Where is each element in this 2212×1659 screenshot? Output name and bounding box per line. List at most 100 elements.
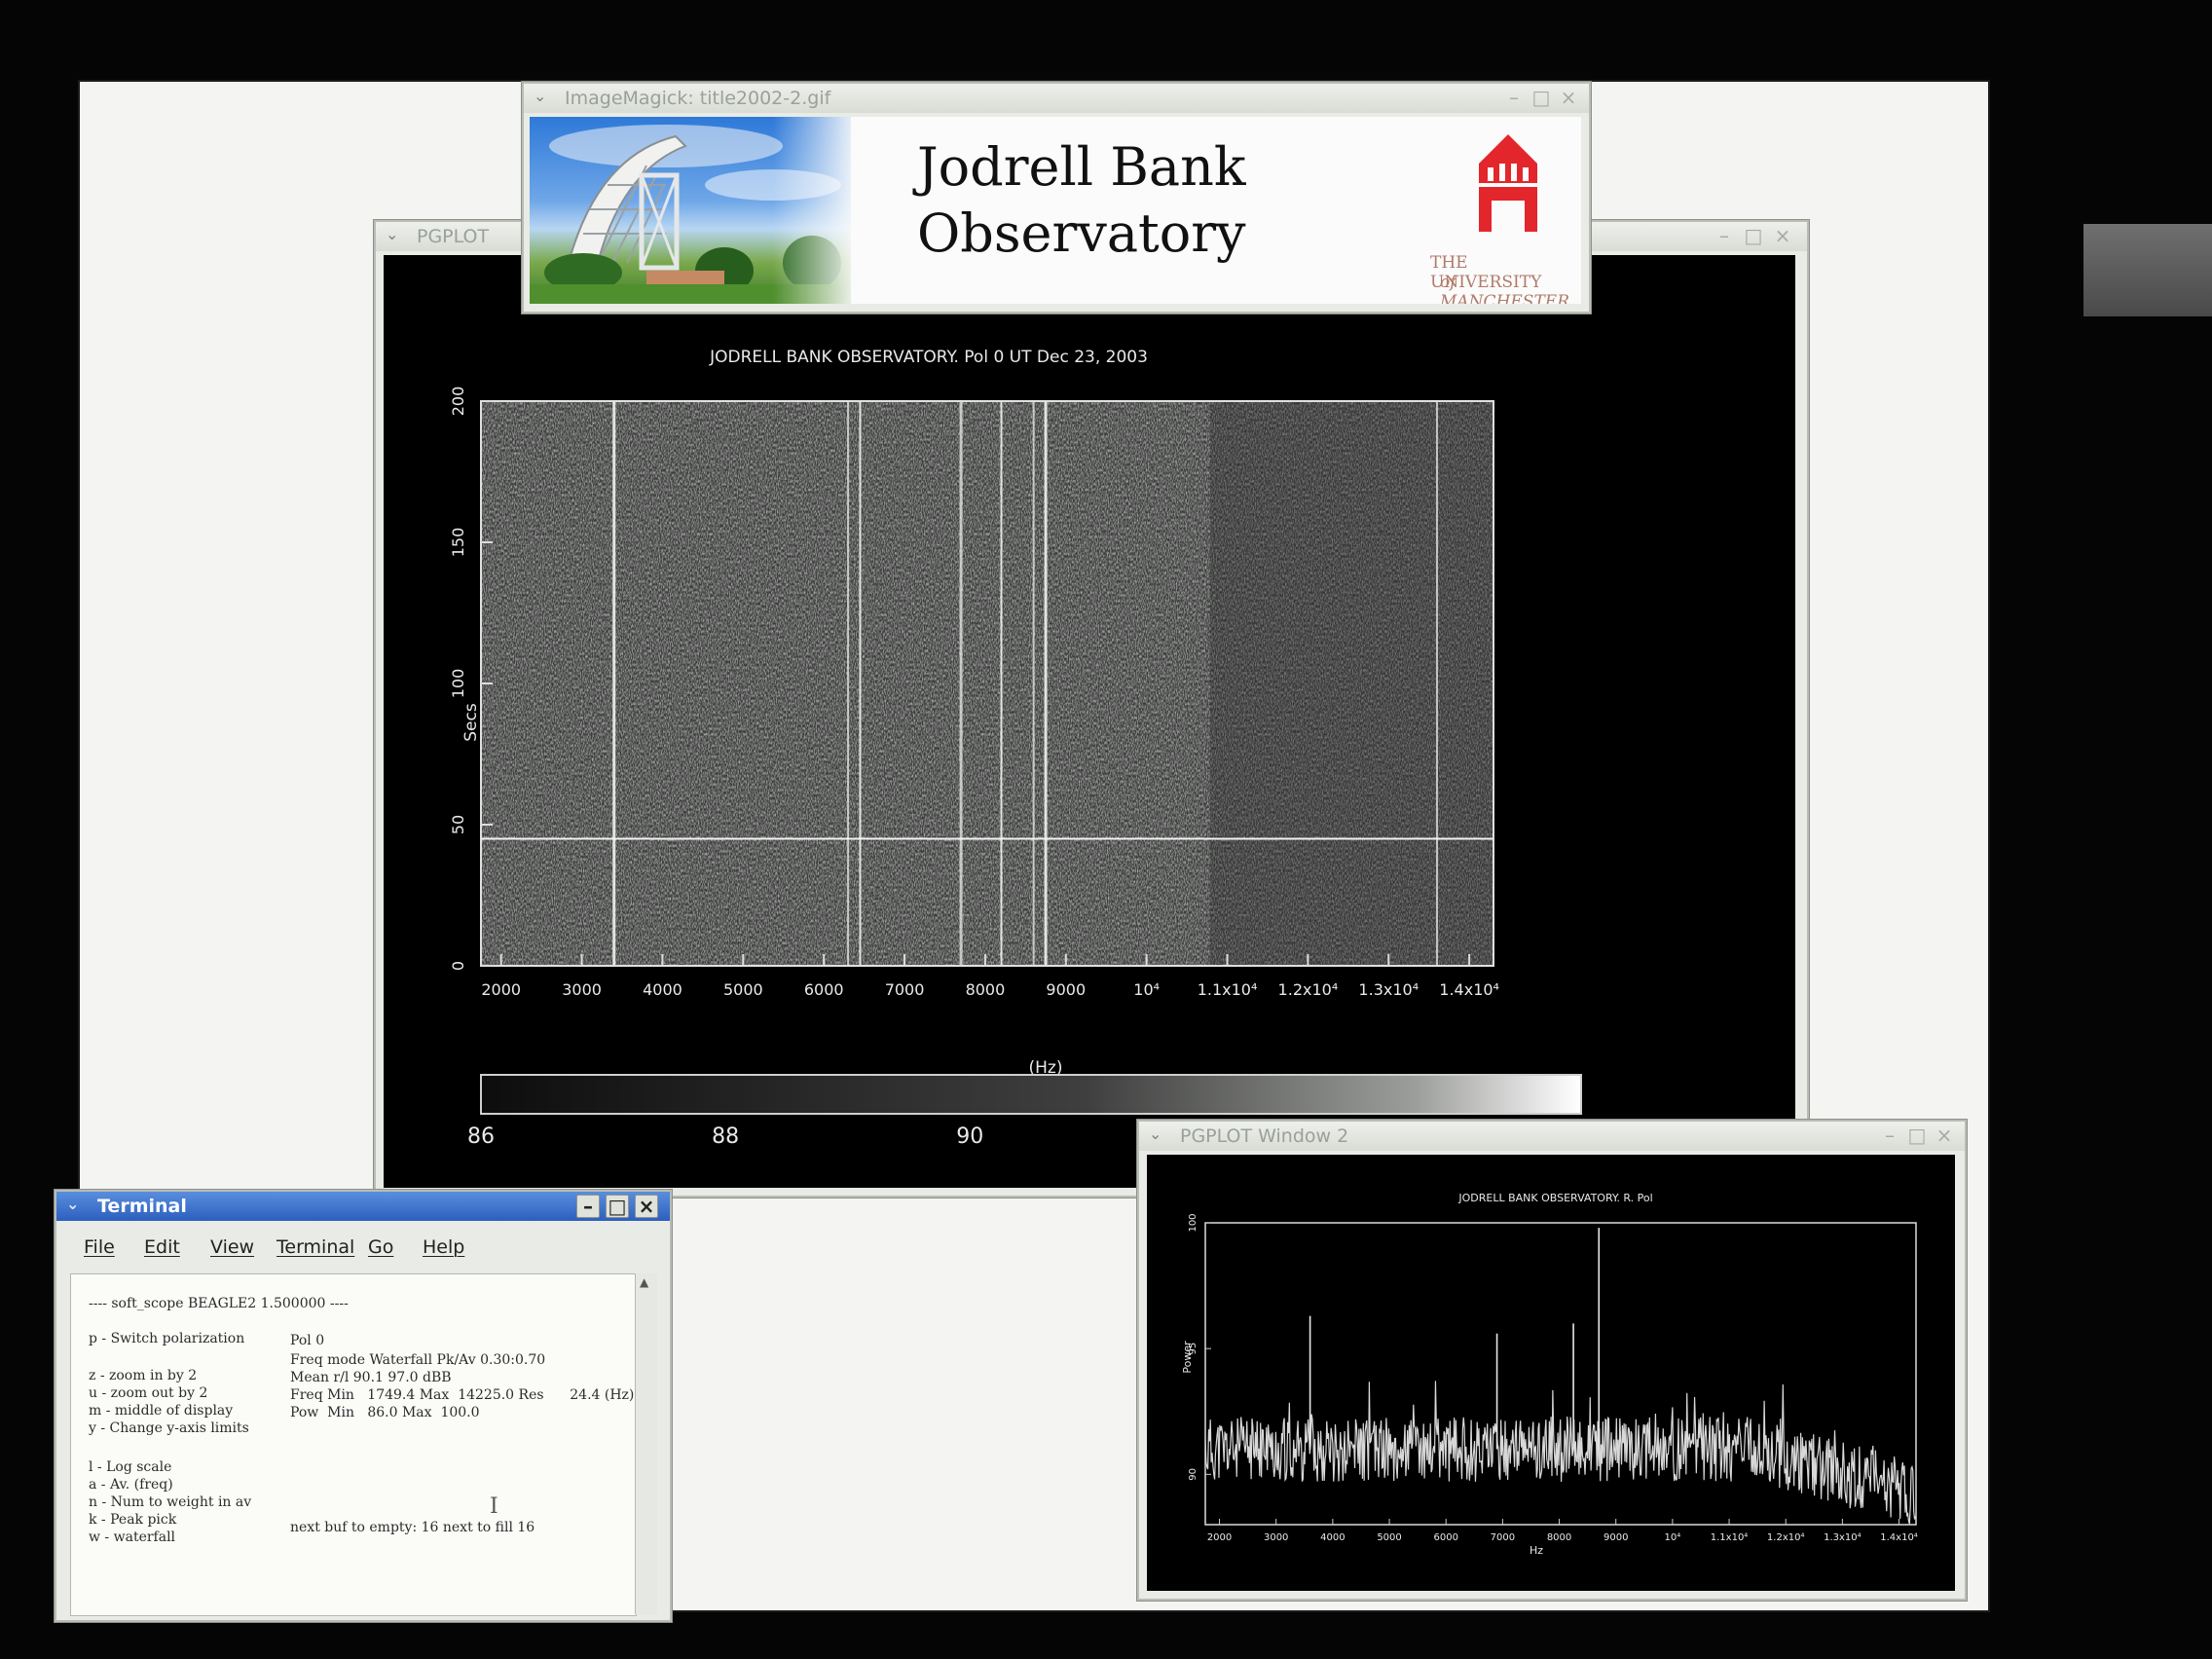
close-icon[interactable]: × (1558, 87, 1579, 108)
term-help-n: n - Num to weight in av (89, 1494, 252, 1510)
x-tick-label: 1.2x10⁴ (1767, 1532, 1805, 1543)
y-tick-label: 90 (1188, 1468, 1198, 1481)
waterfall-shade (1209, 401, 1493, 966)
scroll-up-icon[interactable]: ▲ (640, 1275, 648, 1289)
window-title: ImageMagick: title2002-2.gif (565, 88, 831, 109)
monitor-bezel-glare (2083, 224, 2212, 316)
minimize-icon[interactable]: – (1503, 87, 1525, 108)
x-tick-label: 1.2x10⁴ (1278, 980, 1339, 999)
x-tick-label: 8000 (966, 980, 1006, 999)
terminal-output[interactable]: ---- soft_scope BEAGLE2 1.500000 ---- p … (70, 1273, 637, 1616)
window-menu-icon[interactable]: ⌄ (1149, 1126, 1162, 1142)
y-tick-label: 200 (449, 387, 467, 417)
term-buf: next buf to empty: 16 next to fill 16 (290, 1520, 535, 1535)
y-tick-label: 95 (1188, 1343, 1198, 1355)
x-tick-label: 1.4x10⁴ (1439, 980, 1499, 999)
colorbar (480, 1074, 1582, 1115)
minimize-icon[interactable]: – (576, 1195, 600, 1218)
waterfall-field (480, 400, 1494, 967)
menu-file[interactable]: File (84, 1236, 115, 1258)
spectrum-title: JODRELL BANK OBSERVATORY. R. Pol (1457, 1192, 1652, 1204)
x-tick-label: 1.1x10⁴ (1711, 1532, 1749, 1543)
close-icon[interactable]: × (1772, 225, 1793, 246)
x-tick-label: 10⁴ (1665, 1532, 1681, 1543)
spectrum-y-ticks: 90 95 100 (1188, 1213, 1211, 1481)
window-title: Terminal (97, 1196, 187, 1217)
term-freq-mode: Freq mode Waterfall Pk/Av 0.30:0.70 (290, 1352, 546, 1368)
term-help-p: p - Switch polarization (89, 1331, 245, 1346)
spectrum-plot-area[interactable]: JODRELL BANK OBSERVATORY. R. Pol Power H… (1147, 1155, 1955, 1591)
heading-line2: Observatory (917, 203, 1246, 264)
text-cursor-icon: I (490, 1494, 498, 1519)
menu-edit[interactable]: Edit (144, 1236, 180, 1258)
x-tick-label: 1.3x10⁴ (1358, 980, 1419, 999)
pgplot-window-2[interactable]: ⌄ PGPLOT Window 2 – □ × JODRELL BANK OBS… (1137, 1120, 1967, 1601)
y-tick-label: 150 (449, 528, 467, 558)
x-tick-label: 4000 (1320, 1532, 1345, 1543)
maximize-icon[interactable]: □ (606, 1195, 629, 1218)
minimize-icon[interactable]: – (1879, 1124, 1900, 1146)
menu-help[interactable]: Help (423, 1236, 464, 1258)
spectrum-field (1204, 1222, 1917, 1526)
window-menu-icon[interactable]: ⌄ (386, 227, 399, 242)
term-help-y: y - Change y-axis limits (89, 1420, 249, 1436)
minimize-icon[interactable]: – (1714, 225, 1735, 246)
maximize-icon[interactable]: □ (1906, 1124, 1928, 1146)
pgplot2-titlebar[interactable]: ⌄ PGPLOT Window 2 – □ × (1139, 1122, 1965, 1151)
x-tick-label: 8000 (1547, 1532, 1571, 1543)
banner-image: Jodrell Bank Observatory THE UNIVERSITY … (530, 117, 1581, 304)
university-line2: of MANCHESTER (1440, 273, 1569, 304)
y-tick-label: 100 (449, 669, 467, 699)
menu-terminal[interactable]: Terminal (276, 1236, 354, 1258)
x-tick-label: 2000 (481, 980, 521, 999)
maximize-icon[interactable]: □ (1530, 87, 1552, 108)
x-tick-label: 6000 (1433, 1532, 1457, 1543)
x-tick-label: 7000 (885, 980, 925, 999)
maximize-icon[interactable]: □ (1743, 225, 1764, 246)
x-tick-label: 6000 (804, 980, 844, 999)
window-title: PGPLOT (417, 226, 490, 247)
term-help-l: l - Log scale (89, 1459, 172, 1475)
menu-go[interactable]: Go (368, 1236, 393, 1258)
close-icon[interactable]: × (1934, 1124, 1955, 1146)
window-menu-icon[interactable]: ⌄ (534, 89, 547, 104)
terminal-titlebar[interactable]: ⌄ Terminal – □ × (56, 1192, 670, 1221)
window-title: PGPLOT Window 2 (1180, 1125, 1349, 1147)
term-pol: Pol 0 (290, 1333, 325, 1348)
imagemagick-titlebar[interactable]: ⌄ ImageMagick: title2002-2.gif – □ × (524, 84, 1589, 113)
term-help-k: k - Peak pick (89, 1512, 177, 1528)
x-tick-label: 10⁴ (1133, 980, 1160, 999)
x-tick-label: 1.4x10⁴ (1880, 1532, 1918, 1543)
spectrum-plot: JODRELL BANK OBSERVATORY. R. Pol Power H… (1181, 1192, 1918, 1557)
term-freq: Freq Min 1749.4 Max 14225.0 Res 24.4 (Hz… (290, 1387, 635, 1403)
desktop-screen: ⌄ PGPLOT – □ × JODRELL BANK OBSERVATORY.… (55, 82, 1988, 1622)
x-tick-label: 4000 (643, 980, 682, 999)
waterfall-plot-area[interactable]: JODRELL BANK OBSERVATORY. Pol 0 UT Dec 2… (384, 255, 1795, 1188)
term-help-z: z - zoom in by 2 (89, 1368, 198, 1383)
x-tick-label: 2000 (1207, 1532, 1232, 1543)
photo-fade (773, 117, 861, 304)
pgplot-window[interactable]: ⌄ PGPLOT – □ × JODRELL BANK OBSERVATORY.… (374, 220, 1809, 1198)
x-tick-label: 5000 (1377, 1532, 1401, 1543)
terminal-scrollbar[interactable]: ▲ (635, 1273, 657, 1614)
window-menu-icon[interactable]: ⌄ (66, 1197, 80, 1212)
colorbar-tick-label: 90 (956, 1124, 983, 1149)
waterfall-plot: JODRELL BANK OBSERVATORY. Pol 0 UT Dec 2… (449, 348, 1582, 1149)
imagemagick-window[interactable]: ⌄ ImageMagick: title2002-2.gif – □ × Jod… (522, 82, 1591, 313)
x-tick-label: 5000 (723, 980, 763, 999)
spectrum-x-ticks: 2000 3000 4000 5000 6000 7000 8000 9000 10⁴ 1.1x1… (1207, 1519, 1918, 1543)
university-crest-icon (1479, 134, 1537, 232)
menu-view[interactable]: View (210, 1236, 254, 1258)
close-icon[interactable]: × (635, 1195, 658, 1218)
spectrum-series-line (1204, 1381, 1916, 1525)
x-tick-label: 1.1x10⁴ (1198, 980, 1258, 999)
heading-line1: Jodrell Bank (917, 136, 1246, 198)
y-tick-label: 100 (1188, 1213, 1198, 1232)
term-help-m: m - middle of display (89, 1403, 234, 1419)
x-tick-label: 9000 (1046, 980, 1086, 999)
term-header: ---- soft_scope BEAGLE2 1.500000 ---- (89, 1296, 349, 1311)
y-tick-label: 0 (449, 961, 467, 971)
waterfall-title: JODRELL BANK OBSERVATORY. Pol 0 UT Dec 2… (709, 348, 1148, 367)
term-help-u: u - zoom out by 2 (89, 1385, 208, 1401)
terminal-window[interactable]: ⌄ Terminal – □ × File Edit View Terminal… (55, 1190, 672, 1622)
